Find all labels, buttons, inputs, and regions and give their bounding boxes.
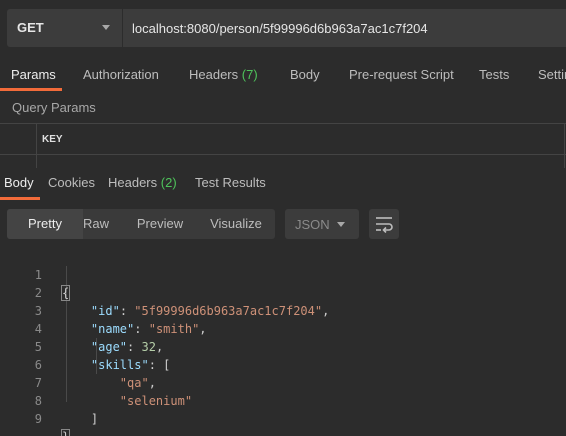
tab-headers[interactable]: Headers (7) xyxy=(189,67,258,82)
query-params-table: KEY xyxy=(0,123,566,168)
tab-authorization[interactable]: Authorization xyxy=(83,67,159,82)
tab-label: Settings xyxy=(538,67,566,82)
tab-label: Cookies xyxy=(48,175,95,190)
tab-label: Headers xyxy=(189,67,239,82)
tab-label: Body xyxy=(290,67,320,82)
tab-body[interactable]: Body xyxy=(290,67,320,82)
code-line: 1 { xyxy=(0,248,566,301)
wrap-lines-button[interactable] xyxy=(369,209,399,239)
code-line: 4 "age": 32, xyxy=(0,302,566,354)
code-line: 9 } xyxy=(0,392,566,436)
method-label: GET xyxy=(17,20,44,35)
code-line: 3 "name": "smith", xyxy=(0,284,566,336)
tab-label: Test Results xyxy=(195,175,266,190)
view-preview-button[interactable]: Preview xyxy=(136,209,184,239)
table-border xyxy=(564,124,565,168)
code-line: 5 "skills": [ xyxy=(0,320,566,372)
url-input[interactable] xyxy=(123,9,566,47)
table-divider xyxy=(0,154,566,155)
chevron-down-icon xyxy=(102,25,110,30)
method-select[interactable]: GET xyxy=(7,9,122,47)
wrap-lines-icon xyxy=(376,217,393,233)
chevron-down-icon xyxy=(337,222,345,227)
tab-label: Body xyxy=(4,175,34,190)
tab-tests[interactable]: Tests xyxy=(479,67,509,82)
tab-label: Tests xyxy=(479,67,510,82)
view-raw-button[interactable]: Raw xyxy=(83,209,109,239)
request-bar: GET xyxy=(0,0,566,56)
table-gutter xyxy=(0,124,37,168)
tab-params[interactable]: Params xyxy=(11,67,56,82)
view-pretty-button[interactable]: Pretty xyxy=(7,209,83,239)
code-line: 6 "qa", xyxy=(0,338,566,390)
response-body-viewer: 1 { 2 "id": "5f99996d6b963a7ac1c7f204", … xyxy=(0,248,566,436)
tab-label: Authorization xyxy=(83,67,159,82)
line-number: 9 xyxy=(34,412,42,426)
code-line: 7 "selenium" xyxy=(0,356,566,408)
json-brace: } xyxy=(60,429,71,436)
tab-response-body[interactable]: Body xyxy=(4,175,34,190)
query-params-title: Query Params xyxy=(12,100,96,115)
active-response-tab-indicator xyxy=(0,197,40,200)
format-label: JSON xyxy=(295,217,330,232)
tab-label: Pre-request Script xyxy=(349,67,454,82)
code-line: 2 "id": "5f99996d6b963a7ac1c7f204", xyxy=(0,266,566,318)
code-line: 8 ] xyxy=(0,374,566,426)
tab-count-badge: (7) xyxy=(241,67,258,82)
tab-label: Params xyxy=(11,67,56,82)
tab-count-badge: (2) xyxy=(160,175,177,190)
tab-settings[interactable]: Settings xyxy=(538,67,566,82)
format-select[interactable]: JSON xyxy=(285,209,359,239)
request-tabs: Params Authorization Headers (7) Body Pr… xyxy=(0,60,566,92)
active-tab-indicator xyxy=(0,88,62,91)
view-visualize-button[interactable]: Visualize xyxy=(210,209,262,239)
tab-label: Headers xyxy=(108,175,158,190)
column-header-key: KEY xyxy=(42,134,63,145)
tab-pre-request-script[interactable]: Pre-request Script xyxy=(349,67,454,82)
json-bracket: ] xyxy=(90,412,99,426)
tab-response-headers[interactable]: Headers (2) xyxy=(108,175,177,190)
tab-test-results[interactable]: Test Results xyxy=(195,175,266,190)
response-tabs: Body Cookies Headers (2) Test Results xyxy=(0,168,566,200)
tab-cookies[interactable]: Cookies xyxy=(48,175,95,190)
